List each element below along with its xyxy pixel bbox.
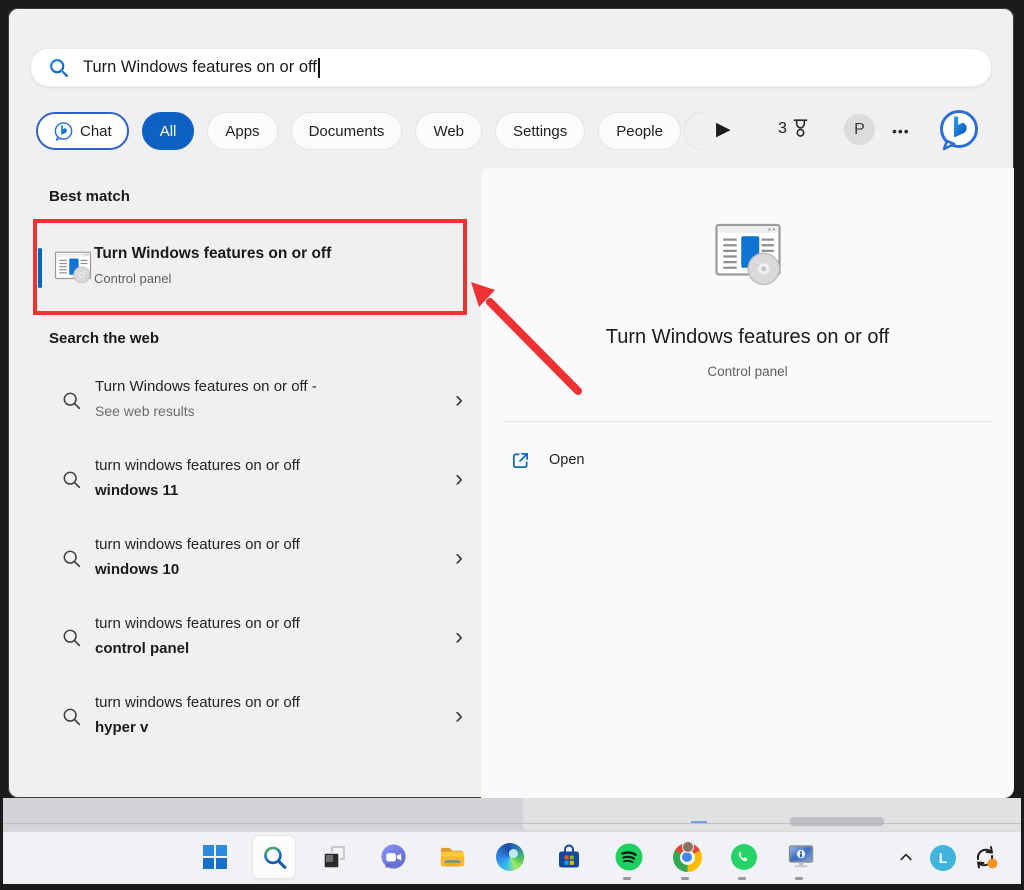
tab-settings[interactable]: Settings xyxy=(495,112,585,150)
task-view-icon xyxy=(322,844,348,870)
suggestion-line1: Turn Windows features on or off - xyxy=(95,378,317,395)
text-caret xyxy=(318,58,320,78)
web-search-icon xyxy=(61,627,83,649)
running-indicator xyxy=(623,877,631,880)
system-monitor-icon xyxy=(786,842,816,872)
whatsapp-icon xyxy=(729,842,759,872)
web-search-icon xyxy=(61,706,83,728)
sync-arrows-icon xyxy=(971,843,999,871)
taskbar-search-button[interactable] xyxy=(257,840,291,874)
search-input[interactable]: Turn Windows features on or off xyxy=(30,48,992,87)
edge-button[interactable] xyxy=(493,840,527,874)
chevron-right-icon: › xyxy=(455,386,463,414)
tray-sync-button[interactable] xyxy=(968,840,1002,874)
web-search-icon xyxy=(61,469,83,491)
preview-pane: Turn Windows features on or off Control … xyxy=(481,168,1014,798)
chevron-right-icon: › xyxy=(455,544,463,572)
tab-all[interactable]: All xyxy=(142,112,195,150)
best-match-item[interactable] xyxy=(33,219,467,315)
background-blurred-text xyxy=(790,817,884,826)
tray-show-hidden-icons-button[interactable] xyxy=(889,840,923,874)
bing-chat-icon xyxy=(53,121,74,142)
system-properties-button[interactable] xyxy=(784,840,818,874)
windows-search-screen: { "search": { "query": "Turn Windows fea… xyxy=(0,0,1024,890)
open-label: Open xyxy=(549,452,584,468)
open-external-icon xyxy=(511,451,530,470)
chrome-button[interactable] xyxy=(670,840,704,874)
selection-accent-bar xyxy=(38,248,42,288)
suggestion-line2: hyper v xyxy=(95,719,148,736)
spotify-icon xyxy=(614,842,644,872)
background-window-strip xyxy=(3,798,1021,831)
more-options-icon[interactable]: ••• xyxy=(892,112,910,150)
spotify-button[interactable] xyxy=(612,840,646,874)
tab-chat[interactable]: Chat xyxy=(36,112,129,150)
suggestion-line1: turn windows features on or off xyxy=(95,457,300,474)
best-match-title: Turn Windows features on or off xyxy=(94,245,331,263)
web-suggestion-item[interactable]: turn windows features on or off control … xyxy=(33,609,481,673)
web-suggestion-item[interactable]: turn windows features on or off windows … xyxy=(33,530,481,594)
start-button[interactable] xyxy=(198,840,232,874)
divider xyxy=(503,421,992,422)
suggestion-line2: windows 11 xyxy=(95,482,178,499)
tab-apps[interactable]: Apps xyxy=(207,112,277,150)
chrome-profile-avatar xyxy=(682,841,694,853)
tabs-overflow-arrow-icon[interactable]: ▶ xyxy=(716,118,731,141)
edge-icon xyxy=(496,843,524,871)
best-match-subtitle: Control panel xyxy=(94,271,171,286)
windows-features-icon-large xyxy=(710,216,786,288)
search-query-text: Turn Windows features on or off xyxy=(83,58,317,77)
account-avatar[interactable]: P xyxy=(844,114,875,145)
suggestion-line1: turn windows features on or off xyxy=(95,694,300,711)
suggestion-line2: See web results xyxy=(95,403,195,419)
running-indicator xyxy=(738,877,746,880)
web-suggestion-item[interactable]: turn windows features on or off windows … xyxy=(33,451,481,515)
web-search-icon xyxy=(61,390,83,412)
tray-app-icon[interactable]: L xyxy=(930,845,956,871)
suggestion-line1: turn windows features on or off xyxy=(95,615,300,632)
preview-subtitle: Control panel xyxy=(481,364,1014,379)
taskbar-search-icon xyxy=(261,844,288,871)
background-window xyxy=(523,798,1021,831)
windows-features-icon xyxy=(53,246,93,286)
tab-documents[interactable]: Documents xyxy=(291,112,403,150)
teams-chat-button[interactable] xyxy=(376,840,410,874)
whatsapp-button[interactable] xyxy=(727,840,761,874)
windows-logo-icon xyxy=(202,844,228,870)
bing-chat-button[interactable] xyxy=(937,108,981,152)
background-link-fragment xyxy=(691,821,707,823)
rewards-button[interactable]: 3 xyxy=(778,118,810,139)
tab-people[interactable]: People xyxy=(598,112,681,150)
chevron-right-icon: › xyxy=(455,702,463,730)
teams-chat-icon xyxy=(379,843,408,872)
chevron-right-icon: › xyxy=(455,623,463,651)
preview-title: Turn Windows features on or off xyxy=(481,326,1014,349)
running-indicator xyxy=(681,877,689,880)
chevron-right-icon: › xyxy=(455,465,463,493)
web-search-icon xyxy=(61,548,83,570)
microsoft-store-icon xyxy=(555,843,583,871)
search-flyout-panel: Turn Windows features on or off Chat All… xyxy=(8,8,1014,798)
tab-web[interactable]: Web xyxy=(415,112,482,150)
file-explorer-icon xyxy=(438,843,467,872)
suggestion-line2: control panel xyxy=(95,640,189,657)
open-action[interactable]: Open xyxy=(511,444,584,476)
web-suggestion-item[interactable]: turn windows features on or off hyper v … xyxy=(33,688,481,752)
best-match-header: Best match xyxy=(49,188,130,205)
suggestion-line1: turn windows features on or off xyxy=(95,536,300,553)
file-explorer-button[interactable] xyxy=(435,840,469,874)
search-icon xyxy=(48,57,70,79)
rewards-medal-icon xyxy=(791,118,810,139)
running-indicator xyxy=(795,877,803,880)
rewards-count: 3 xyxy=(778,120,787,138)
search-the-web-header: Search the web xyxy=(49,330,159,347)
suggestion-line2: windows 10 xyxy=(95,561,179,578)
web-suggestion-item[interactable]: Turn Windows features on or off - See we… xyxy=(33,372,481,436)
chevron-up-icon xyxy=(898,849,914,865)
microsoft-store-button[interactable] xyxy=(552,840,586,874)
chrome-icon xyxy=(673,843,702,872)
task-view-button[interactable] xyxy=(318,840,352,874)
tab-clipped-partial xyxy=(684,112,702,150)
search-filter-tabs: Chat All Apps Documents Web Settings Peo… xyxy=(36,112,681,150)
